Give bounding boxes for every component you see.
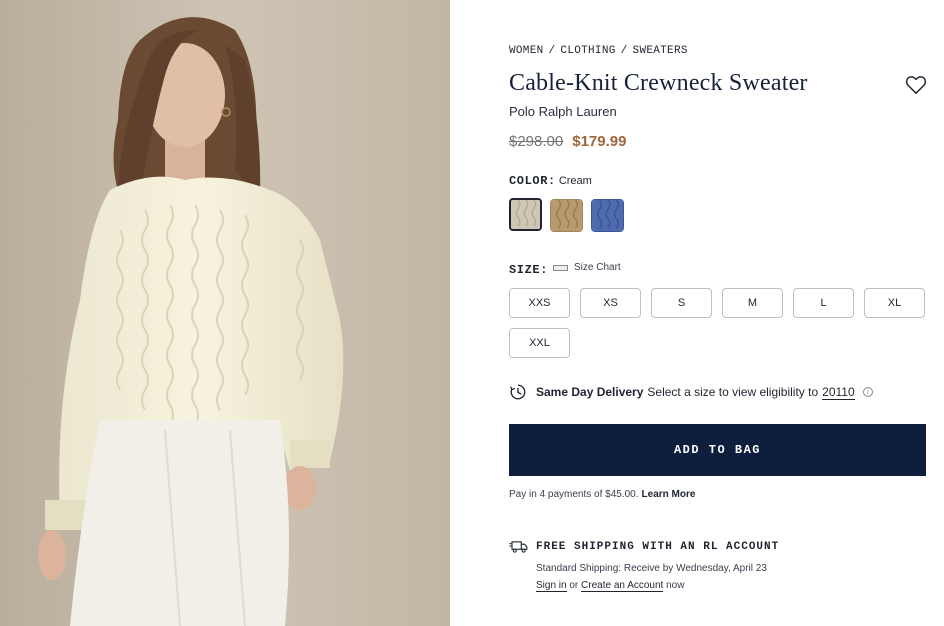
- standard-shipping-text: Standard Shipping: Receive by Wednesday,…: [536, 563, 767, 574]
- swatch-camel[interactable]: [550, 199, 583, 232]
- size-option-m[interactable]: M: [722, 288, 783, 318]
- original-price: $298.00: [509, 133, 564, 150]
- or-text: or: [569, 580, 579, 591]
- brand-name[interactable]: Polo Ralph Lauren: [509, 104, 617, 119]
- swatch-blue[interactable]: [591, 199, 624, 232]
- product-info-panel: WOMEN / CLOTHING / SWEATERS Cable-Knit Crewn…: [509, 0, 929, 626]
- breadcrumb-sweaters[interactable]: SWEATERS: [633, 45, 688, 57]
- add-to-bag-button[interactable]: ADD TO BAG: [509, 424, 926, 476]
- color-selector-label: COLOR: Cream: [509, 173, 592, 188]
- size-option-l[interactable]: L: [793, 288, 854, 318]
- sale-price: $179.99: [572, 133, 627, 150]
- swatch-cream[interactable]: [509, 198, 542, 231]
- breadcrumb: WOMEN / CLOTHING / SWEATERS: [509, 45, 688, 57]
- size-option-xl[interactable]: XL: [864, 288, 925, 318]
- color-label: COLOR:: [509, 174, 556, 188]
- size-option-xs[interactable]: XS: [580, 288, 641, 318]
- size-option-xxl[interactable]: XXL: [509, 328, 570, 358]
- price-block: $298.00 $179.99: [509, 133, 626, 150]
- free-shipping-heading: FREE SHIPPING WITH AN RL ACCOUNT: [509, 540, 779, 553]
- same-day-delivery: Same Day Delivery Select a size to view e…: [509, 382, 873, 402]
- learn-more-link[interactable]: Learn More: [642, 489, 696, 500]
- breadcrumb-women[interactable]: WOMEN: [509, 45, 544, 57]
- selected-color: Cream: [558, 175, 592, 187]
- size-chart-link[interactable]: Size Chart: [553, 262, 621, 273]
- free-shipping-title: FREE SHIPPING WITH AN RL ACCOUNT: [536, 540, 780, 553]
- size-selector-header: SIZE: Size Chart: [509, 260, 621, 278]
- now-text: now: [666, 580, 685, 591]
- size-option-s[interactable]: S: [651, 288, 712, 318]
- heart-icon[interactable]: [905, 75, 927, 95]
- delivery-text: Select a size to view eligibility to: [647, 385, 819, 399]
- ruler-icon: [553, 264, 568, 271]
- truck-icon: [509, 541, 528, 553]
- info-icon[interactable]: i: [862, 387, 873, 397]
- create-account-link[interactable]: Create an Account: [581, 580, 664, 592]
- product-image[interactable]: [0, 0, 450, 626]
- delivery-zip[interactable]: 20110: [822, 385, 855, 400]
- sign-in-link[interactable]: Sign in: [536, 580, 567, 592]
- installment-text: Pay in 4 payments of $45.00.: [509, 489, 639, 500]
- size-chart-label: Size Chart: [574, 262, 621, 273]
- breadcrumb-separator: /: [548, 45, 556, 57]
- breadcrumb-separator: /: [620, 45, 628, 57]
- clock-icon: [510, 384, 526, 400]
- account-links: Sign in or Create an Account now: [536, 580, 685, 592]
- installment-info: Pay in 4 payments of $45.00. Learn More: [509, 489, 695, 500]
- product-title: Cable-Knit Crewneck Sweater: [509, 70, 808, 96]
- size-option-xxs[interactable]: XXS: [509, 288, 570, 318]
- size-label: SIZE:: [509, 263, 549, 277]
- delivery-title: Same Day Delivery: [536, 385, 644, 399]
- breadcrumb-clothing[interactable]: CLOTHING: [560, 45, 615, 57]
